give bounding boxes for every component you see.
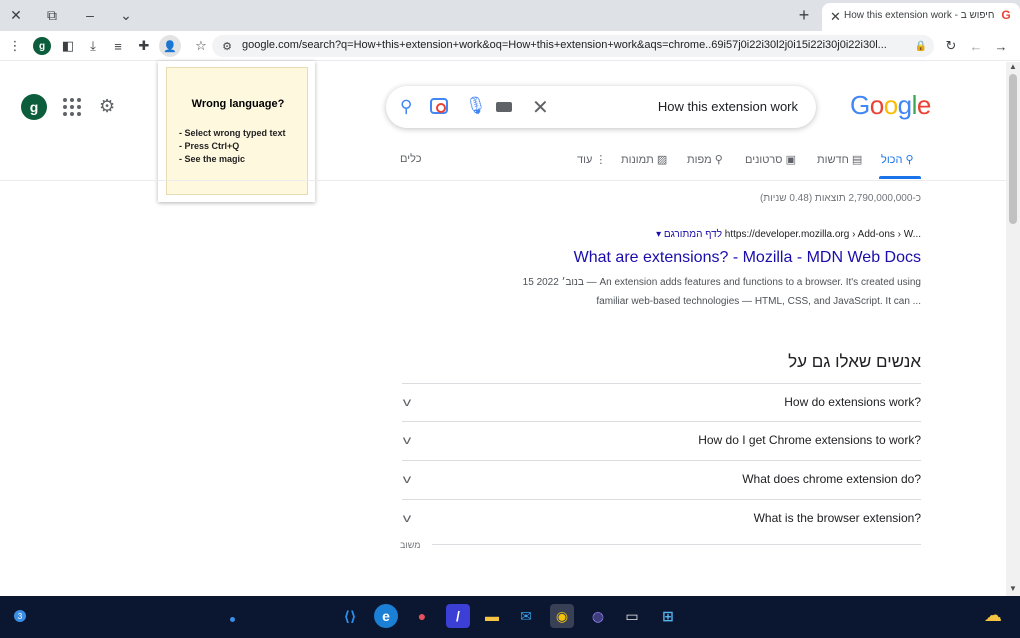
google-account-avatar[interactable]: g (21, 94, 47, 120)
chevron-down-icon[interactable]: v (403, 472, 411, 486)
screen-recorder-icon[interactable]: ● (410, 604, 434, 628)
scroll-up-arrow-icon[interactable]: ▲ (1009, 62, 1017, 71)
menu-kebab-icon[interactable]: ⋮ (6, 37, 24, 55)
close-window-icon[interactable]: ✕ (6, 5, 26, 25)
wrong-language-extension-icon[interactable]: 👤 (159, 35, 181, 57)
popup-instruction: - Press Ctrl+Q (179, 141, 240, 151)
feedback-link[interactable]: משוב (400, 540, 420, 550)
paa-question[interactable]: How do I get Chrome extensions to work? (698, 433, 921, 447)
profile-avatar[interactable]: g (33, 37, 51, 55)
tab-title: How this extension work - חיפוש ב (844, 10, 994, 21)
windows-start-icon[interactable]: ⊞ (656, 604, 680, 628)
mail-icon[interactable]: ✉ (514, 604, 538, 628)
tab-news[interactable]: ▤ חדשות (817, 153, 862, 166)
google-apps-grid-icon[interactable] (63, 98, 81, 116)
restore-window-icon[interactable]: ⧉ (42, 5, 62, 25)
address-bar[interactable]: ⚙ google.com/search?q=How+this+extension… (212, 35, 934, 57)
teams-chat-icon[interactable]: ◍ (586, 604, 610, 628)
tab-tools[interactable]: כלים (400, 153, 421, 165)
tab-all[interactable]: ⚲ הכול (881, 153, 914, 166)
browser-toolbar: ⋮ g ◧ ⤓ ≡ ✚ 👤 ☆ ⚙ google.com/search?q=Ho… (0, 31, 1020, 61)
chevron-down-icon[interactable]: v (403, 433, 411, 447)
clear-search-icon[interactable]: ✕ (532, 95, 549, 120)
voice-search-mic-icon[interactable]: 🎙 (465, 96, 487, 116)
notes-app-icon[interactable]: / (446, 604, 470, 628)
google-lens-camera-icon[interactable] (430, 98, 448, 114)
file-explorer-icon[interactable]: ▬ (480, 604, 504, 628)
popup-instruction: - Select wrong typed text (179, 128, 286, 138)
tab-close-icon[interactable]: ✕ (830, 9, 841, 25)
address-url[interactable]: google.com/search?q=How+this+extension+w… (242, 39, 912, 51)
chevron-down-icon[interactable]: v (403, 511, 411, 525)
extensions-puzzle-icon[interactable]: ✚ (135, 37, 153, 55)
minimize-window-icon[interactable]: – (80, 5, 100, 25)
scroll-down-arrow-icon[interactable]: ▼ (1009, 584, 1017, 593)
tab-images[interactable]: ▨ תמונות (621, 153, 667, 166)
result-title-link[interactable]: What are extensions? - Mozilla - MDN Web… (450, 249, 921, 267)
google-logo[interactable]: Google (850, 90, 931, 121)
result-breadcrumb[interactable]: ▾ לדף המתורגם https://developer.mozilla.… (600, 229, 921, 240)
tab-google-search[interactable]: ✕ How this extension work - חיפוש ב G (822, 3, 1020, 31)
popup-instruction: - See the magic (179, 154, 246, 164)
more-kebab-icon: ⋮ (592, 154, 607, 166)
reload-icon[interactable]: ↻ (942, 37, 960, 55)
notification-badge[interactable]: 3 (14, 610, 26, 622)
people-also-ask-heading: אנשים שאלו גם על (788, 352, 921, 371)
paa-question[interactable]: What is the browser extension? (754, 511, 921, 525)
paa-question-row[interactable]: v What is the browser extension? (402, 499, 921, 537)
paa-question[interactable]: How do extensions work? (784, 395, 921, 409)
bookmark-star-icon[interactable]: ☆ (192, 37, 210, 55)
video-play-icon: ▣ (782, 154, 796, 166)
image-icon: ▨ (653, 154, 668, 166)
search-input[interactable]: How this extension work (658, 99, 798, 114)
settings-gear-icon[interactable]: ⚙ (99, 96, 115, 117)
status-dot (230, 617, 235, 622)
title-bar: ✕ ⧉ – ⌄ + ✕ How this extension work - חי… (0, 0, 1020, 31)
tab-search-chevron-icon[interactable]: ⌄ (116, 5, 136, 25)
chevron-down-icon[interactable]: v (403, 395, 411, 409)
result-snippet: familiar web-based technologies — HTML, … (596, 296, 921, 307)
active-tab-indicator (879, 176, 921, 179)
virtual-keyboard-icon[interactable] (496, 102, 512, 112)
paa-question-row[interactable]: v How do I get Chrome extensions to work… (402, 421, 921, 459)
forward-arrow-icon[interactable]: → (992, 37, 1010, 55)
search-box[interactable]: ⚲ 🎙 ✕ How this extension work (386, 86, 816, 128)
paa-question-row[interactable]: v What does chrome extension do? (402, 460, 921, 498)
new-tab-button[interactable]: + (794, 5, 814, 25)
vscode-icon[interactable]: ⟨⟩ (338, 604, 362, 628)
result-stats: כ-2,790,000,000 תוצאות (0.48 שניות) (759, 193, 921, 204)
breadcrumb-url[interactable]: https://developer.mozilla.org › Add-ons … (725, 229, 921, 240)
search-icon[interactable]: ⚲ (400, 97, 412, 117)
tab-videos[interactable]: ▣ סרטונים (745, 153, 796, 166)
site-info-icon[interactable]: ⚙ (218, 37, 236, 55)
chrome-icon[interactable]: ◉ (550, 604, 574, 628)
popup-body: Wrong language? - Select wrong typed tex… (166, 67, 308, 195)
tab-more[interactable]: ⋮ עוד (577, 153, 606, 166)
windows-taskbar: 3 ⟨⟩ e ● / ▬ ✉ ◉ ◍ ▭ ⊞ ☁ (0, 596, 1020, 638)
search-icon: ⚲ (902, 154, 914, 166)
paa-question-row[interactable]: v How do extensions work? (402, 383, 921, 421)
google-favicon-icon: G (1001, 8, 1011, 22)
paa-question[interactable]: What does chrome extension do? (742, 472, 921, 486)
feedback-divider (432, 544, 921, 545)
nav-divider (0, 180, 1006, 181)
scrollbar-thumb[interactable] (1009, 74, 1017, 224)
download-icon[interactable]: ⤓ (84, 37, 102, 55)
map-pin-icon: ⚲ (711, 154, 723, 166)
app-window-icon[interactable]: ▭ (620, 604, 644, 628)
reading-list-icon[interactable]: ≡ (109, 37, 127, 55)
translate-link[interactable]: ▾ לדף המתורגם (656, 229, 722, 240)
newspaper-icon: ▤ (848, 154, 863, 166)
weather-icon[interactable]: ☁ (984, 605, 1002, 626)
back-arrow-icon[interactable]: ← (967, 37, 985, 55)
side-panel-icon[interactable]: ◧ (59, 37, 77, 55)
lock-icon: 🔒 (914, 40, 928, 52)
tab-maps[interactable]: ⚲ מפות (687, 153, 723, 166)
result-snippet: 15 בנוב׳ 2022 — An extension adds featur… (522, 277, 921, 288)
popup-title: Wrong language? (191, 98, 285, 110)
edge-browser-icon[interactable]: e (374, 604, 398, 628)
page-scrollbar[interactable]: ▲ ▼ (1006, 62, 1020, 596)
